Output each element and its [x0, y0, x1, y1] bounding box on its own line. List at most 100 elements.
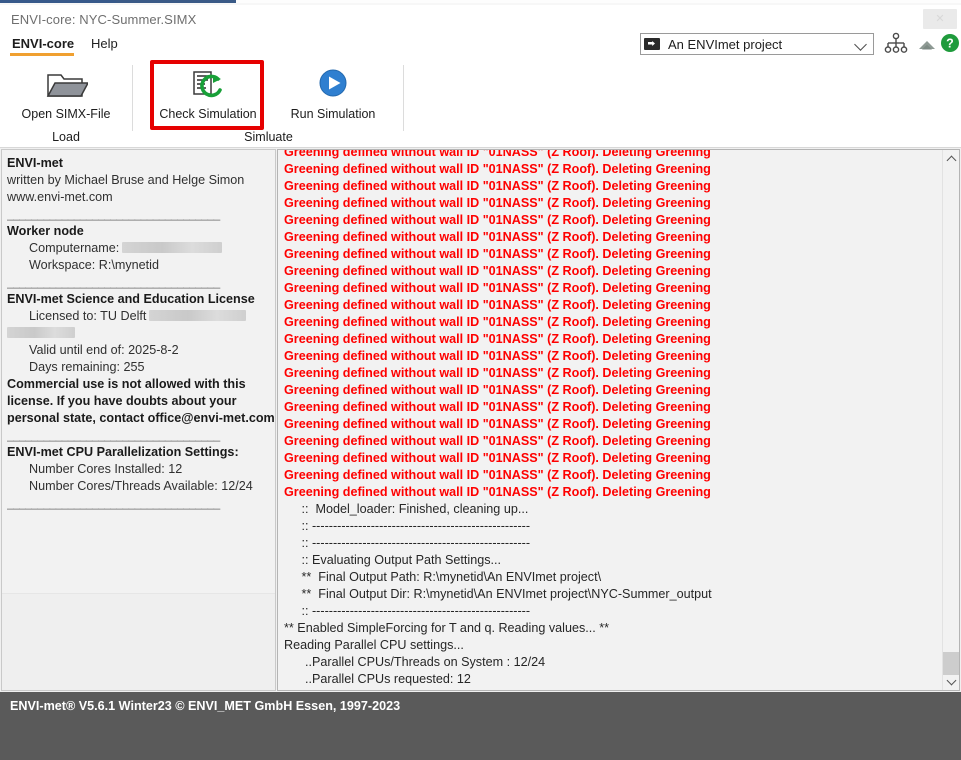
network-tree-icon[interactable] [883, 32, 909, 56]
log-line: ..Parallel CPUs requested: 12 [284, 671, 935, 688]
play-circle-icon [278, 63, 388, 107]
info-panel-lines: ENVI-metwritten by Michael Bruse and Hel… [2, 150, 275, 512]
log-line: ** Final Output Path: R:\mynetid\An ENVI… [284, 569, 935, 586]
info-panel: ENVI-metwritten by Michael Bruse and Hel… [1, 149, 276, 691]
info-line: Commercial use is not allowed with this [7, 376, 269, 393]
ribbon-separator-2 [403, 65, 404, 131]
info-line: ENVI-met [7, 155, 269, 172]
log-line-error: Greening defined without wall ID "01NASS… [284, 212, 935, 229]
log-line: :: Model_loader: Finished, cleaning up..… [284, 501, 935, 518]
log-scrollbar[interactable] [942, 150, 959, 690]
svg-text:?: ? [946, 37, 954, 51]
project-selector-value: An ENVImet project [668, 37, 851, 52]
info-panel-empty-area [2, 594, 276, 690]
info-line: ___________________________________ [7, 427, 269, 444]
title-bar: ENVI-core: NYC-Summer.SIMX ✕ [0, 5, 961, 33]
check-simulation-button[interactable]: Check Simulation [153, 63, 263, 135]
log-line-error: Greening defined without wall ID "01NASS… [284, 149, 935, 161]
scrollbar-thumb[interactable] [943, 652, 960, 675]
log-line-error: Greening defined without wall ID "01NASS… [284, 348, 935, 365]
run-simulation-label: Run Simulation [278, 107, 388, 121]
tab-help-label: Help [91, 36, 118, 51]
info-line: ___________________________________ [7, 206, 269, 223]
window-title: ENVI-core: NYC-Summer.SIMX [11, 12, 196, 27]
info-line: www.envi-met.com [7, 189, 269, 206]
log-line-error: Greening defined without wall ID "01NASS… [284, 416, 935, 433]
info-line: Number Cores Installed: 12 [7, 461, 269, 478]
ribbon-group-simluate-label: Simluate [133, 130, 404, 144]
chevron-up-icon[interactable] [943, 150, 960, 167]
envi-core-window: ENVI-core: NYC-Summer.SIMX ✕ ENVI-core H… [0, 0, 961, 760]
check-simulation-icon [153, 63, 263, 107]
info-line: Worker node [7, 223, 269, 240]
check-simulation-label: Check Simulation [153, 107, 263, 121]
folder-arrow-icon [644, 37, 662, 51]
help-icon[interactable]: ? [940, 33, 960, 53]
log-line: :: -------------------------------------… [284, 603, 935, 620]
log-line-error: Greening defined without wall ID "01NASS… [284, 246, 935, 263]
info-line: Valid until end of: 2025-8-2 [7, 342, 269, 359]
status-bar: ENVI-met® V5.6.1 Winter23 © ENVI_MET Gmb… [0, 692, 961, 760]
cloud-icon[interactable] [918, 38, 936, 50]
redacted-text [149, 310, 246, 321]
ribbon-group-load: Open SIMX-File Load [0, 58, 132, 147]
status-bar-text: ENVI-met® V5.6.1 Winter23 © ENVI_MET Gmb… [10, 699, 400, 713]
log-line-error: Greening defined without wall ID "01NASS… [284, 433, 935, 450]
log-line-error: Greening defined without wall ID "01NASS… [284, 365, 935, 382]
tab-active-underline [10, 53, 74, 56]
background-window-titlebar-left [0, 0, 116, 3]
log-line-error: Greening defined without wall ID "01NASS… [284, 331, 935, 348]
info-line: Workspace: R:\mynetid [7, 257, 269, 274]
log-line-error: Greening defined without wall ID "01NASS… [284, 314, 935, 331]
ribbon-group-simluate: Check Simulation Run Simulation Simluate [133, 58, 404, 147]
main-content: ENVI-metwritten by Michael Bruse and Hel… [0, 148, 961, 692]
tab-help[interactable]: Help [85, 33, 124, 58]
open-folder-icon [11, 63, 121, 107]
log-line: ..Parallel CPUs used: 12 [284, 688, 935, 691]
info-line: ENVI-met Science and Education License [7, 291, 269, 308]
log-line-error: Greening defined without wall ID "01NASS… [284, 399, 935, 416]
info-line: written by Michael Bruse and Helge Simon [7, 172, 269, 189]
tab-envi-core[interactable]: ENVI-core [6, 33, 80, 58]
log-line-error: Greening defined without wall ID "01NASS… [284, 280, 935, 297]
open-simx-file-button[interactable]: Open SIMX-File [11, 63, 121, 135]
background-window-body [236, 0, 961, 3]
log-line: ** Enabled SimpleForcing for T and q. Re… [284, 620, 935, 637]
log-line: :: -------------------------------------… [284, 518, 935, 535]
info-line: Computername: [7, 240, 269, 257]
info-line: ___________________________________ [7, 495, 269, 512]
info-line: license. If you have doubts about your [7, 393, 269, 410]
ribbon-group-load-label: Load [0, 130, 132, 144]
open-simx-file-label: Open SIMX-File [11, 107, 121, 121]
info-line: Days remaining: 255 [7, 359, 269, 376]
log-line: ..Parallel CPUs/Threads on System : 12/2… [284, 654, 935, 671]
log-line: Reading Parallel CPU settings... [284, 637, 935, 654]
log-line-error: Greening defined without wall ID "01NASS… [284, 161, 935, 178]
log-line: ** Final Output Dir: R:\mynetid\An ENVIm… [284, 586, 935, 603]
log-line-error: Greening defined without wall ID "01NASS… [284, 178, 935, 195]
info-line [7, 325, 269, 342]
chevron-down-icon[interactable] [943, 673, 960, 690]
log-line: :: -------------------------------------… [284, 535, 935, 552]
log-line: :: Evaluating Output Path Settings... [284, 552, 935, 569]
log-line-error: Greening defined without wall ID "01NASS… [284, 263, 935, 280]
chevron-down-icon[interactable] [851, 34, 873, 54]
log-output-panel[interactable]: Greening defined without wall ID "01NASS… [277, 149, 960, 691]
tab-envi-core-label: ENVI-core [12, 36, 74, 51]
redacted-text [122, 242, 222, 253]
run-simulation-button[interactable]: Run Simulation [278, 63, 388, 135]
project-selector[interactable]: An ENVImet project [640, 33, 874, 55]
log-line-error: Greening defined without wall ID "01NASS… [284, 382, 935, 399]
background-window-titlebar [116, 0, 236, 3]
log-output-text: Greening defined without wall ID "01NASS… [284, 149, 935, 691]
close-icon[interactable]: ✕ [923, 9, 957, 29]
redacted-text [7, 327, 75, 338]
info-line: Number Cores/Threads Available: 12/24 [7, 478, 269, 495]
log-line-error: Greening defined without wall ID "01NASS… [284, 484, 935, 501]
log-line-error: Greening defined without wall ID "01NASS… [284, 450, 935, 467]
info-line: personal state, contact office@envi-met.… [7, 410, 269, 427]
log-line-error: Greening defined without wall ID "01NASS… [284, 297, 935, 314]
log-line-error: Greening defined without wall ID "01NASS… [284, 467, 935, 484]
ribbon: Open SIMX-File Load Chec [0, 58, 961, 148]
log-line-error: Greening defined without wall ID "01NASS… [284, 229, 935, 246]
